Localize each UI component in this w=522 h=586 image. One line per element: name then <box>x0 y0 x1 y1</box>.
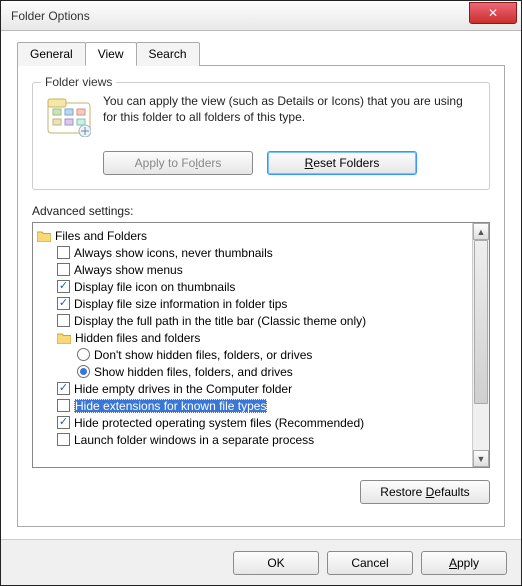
tab-general-label: General <box>30 47 73 61</box>
tree-item[interactable]: Hide protected operating system files (R… <box>35 414 470 431</box>
ok-label: OK <box>267 556 284 570</box>
tree-item[interactable]: Show hidden files, folders, and drives <box>35 363 470 380</box>
tab-page-view: Folder views <box>17 65 505 527</box>
tree-item-label: Display the full path in the title bar (… <box>74 314 366 328</box>
scroll-track[interactable] <box>473 240 489 450</box>
checkbox[interactable] <box>57 399 70 412</box>
checkbox[interactable] <box>57 263 70 276</box>
scroll-thumb[interactable] <box>474 240 488 404</box>
client-area: General View Search Folder views <box>1 31 521 539</box>
tree-item[interactable]: Always show menus <box>35 261 470 278</box>
tab-general[interactable]: General <box>17 42 86 66</box>
tab-search-label: Search <box>149 47 187 61</box>
folder-views-group: Folder views <box>32 82 490 190</box>
tab-search[interactable]: Search <box>136 42 200 66</box>
close-button[interactable]: ✕ <box>469 2 517 24</box>
scroll-up-button[interactable]: ▲ <box>473 223 489 240</box>
tree-item[interactable]: Hide empty drives in the Computer folder <box>35 380 470 397</box>
tree-item-label: Hide protected operating system files (R… <box>74 416 364 430</box>
tree-item-label: Launch folder windows in a separate proc… <box>74 433 314 447</box>
checkbox[interactable] <box>57 297 70 310</box>
apply-label: Apply <box>449 556 479 570</box>
folder-views-legend: Folder views <box>41 75 116 89</box>
checkbox[interactable] <box>57 433 70 446</box>
tree-item[interactable]: Display the full path in the title bar (… <box>35 312 470 329</box>
tab-strip: General View Search <box>17 42 505 66</box>
restore-defaults-button[interactable]: Restore Defaults <box>360 480 490 504</box>
apply-button[interactable]: Apply <box>421 551 507 575</box>
folder-views-icon <box>45 93 93 141</box>
advanced-settings-label: Advanced settings: <box>32 204 490 218</box>
folder-icon <box>37 230 51 242</box>
folder-icon <box>57 332 71 344</box>
window-title: Folder Options <box>1 9 469 23</box>
apply-to-folders-button[interactable]: Apply to Folders <box>103 151 253 175</box>
tree-item[interactable]: Launch folder windows in a separate proc… <box>35 431 470 448</box>
tab-view-label: View <box>98 47 124 61</box>
tree-root-label: Files and Folders <box>55 229 147 243</box>
tree-item[interactable]: Display file size information in folder … <box>35 295 470 312</box>
tree-item-label: Hide extensions for known file types <box>74 399 267 413</box>
tab-view[interactable]: View <box>85 42 137 66</box>
close-icon: ✕ <box>488 6 498 20</box>
checkbox[interactable] <box>57 314 70 327</box>
radio[interactable] <box>77 365 90 378</box>
reset-folders-button[interactable]: Reset Folders <box>267 151 417 175</box>
radio[interactable] <box>77 348 90 361</box>
scroll-down-button[interactable]: ▼ <box>473 450 489 467</box>
checkbox[interactable] <box>57 246 70 259</box>
tree-item-label: Show hidden files, folders, and drives <box>94 365 293 379</box>
tree-item[interactable]: Display file icon on thumbnails <box>35 278 470 295</box>
tree-item-label: Display file size information in folder … <box>74 297 287 311</box>
reset-folders-label: Reset Folders <box>305 156 380 170</box>
tree-item[interactable]: Always show icons, never thumbnails <box>35 244 470 261</box>
tree-item-label: Always show icons, never thumbnails <box>74 246 273 260</box>
tree-item-label: Display file icon on thumbnails <box>74 280 235 294</box>
restore-defaults-label: Restore Defaults <box>380 485 469 499</box>
checkbox[interactable] <box>57 382 70 395</box>
cancel-label: Cancel <box>351 556 388 570</box>
checkbox[interactable] <box>57 280 70 293</box>
cancel-button[interactable]: Cancel <box>327 551 413 575</box>
tree-root[interactable]: Files and Folders <box>35 227 470 244</box>
dialog-footer: OK Cancel Apply <box>1 539 521 585</box>
titlebar: Folder Options ✕ <box>1 1 521 31</box>
tree-item[interactable]: Hide extensions for known file types <box>35 397 470 414</box>
scrollbar[interactable]: ▲ ▼ <box>472 223 489 467</box>
tree-item-label: Hide empty drives in the Computer folder <box>74 382 292 396</box>
folder-options-window: Folder Options ✕ General View Search Fol… <box>0 0 522 586</box>
tree-item[interactable]: Hidden files and folders <box>35 329 470 346</box>
folder-views-desc: You can apply the view (such as Details … <box>103 93 477 141</box>
tree-item[interactable]: Don't show hidden files, folders, or dri… <box>35 346 470 363</box>
tree-item-label: Always show menus <box>74 263 183 277</box>
advanced-settings-tree: Files and Folders Always show icons, neve… <box>32 222 490 468</box>
tree-item-label: Don't show hidden files, folders, or dri… <box>94 348 312 362</box>
apply-to-folders-label: Apply to Folders <box>135 156 222 170</box>
checkbox[interactable] <box>57 416 70 429</box>
tree-item-label: Hidden files and folders <box>75 331 200 345</box>
ok-button[interactable]: OK <box>233 551 319 575</box>
tree-viewport[interactable]: Files and Folders Always show icons, neve… <box>33 223 472 467</box>
